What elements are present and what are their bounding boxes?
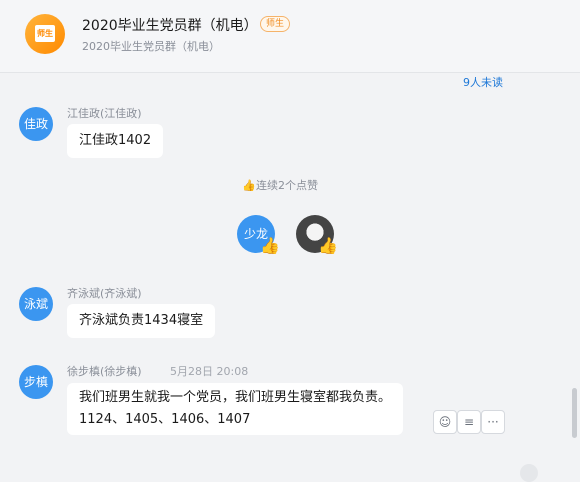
- thumbs-up-icon: 👍: [242, 179, 256, 192]
- avatar[interactable]: 泳斌: [19, 287, 53, 321]
- group-title: 2020毕业生党员群（机电）: [82, 18, 258, 34]
- chat-header: 师生 2020毕业生党员群（机电） 师生 2020毕业生党员群（机电）: [0, 0, 580, 73]
- thumbs-up-icon: 👍: [260, 236, 280, 255]
- message-bubble[interactable]: 江佳政1402: [67, 124, 164, 158]
- group-avatar[interactable]: 师生: [25, 14, 65, 54]
- scroll-down-icon[interactable]: [520, 464, 538, 482]
- scrollbar[interactable]: [572, 388, 577, 438]
- avatar[interactable]: 佳政: [19, 107, 53, 141]
- unread-count-link[interactable]: 9人未读: [463, 74, 503, 90]
- avatar[interactable]: 步槙: [19, 365, 53, 399]
- sender-name: 江佳政(江佳政): [67, 107, 142, 120]
- role-badge: 师生: [260, 16, 291, 32]
- quote-reply-icon[interactable]: ≡: [457, 410, 481, 434]
- like-summary: 👍连续2个点赞: [242, 177, 318, 193]
- thumbs-up-icon: 👍: [318, 236, 338, 255]
- message-bubble[interactable]: 我们班男生就我一个党员，我们班男生寝室都我负责。 1124、1405、1406、…: [67, 383, 404, 435]
- sender-name: 齐泳斌(齐泳斌): [67, 287, 142, 300]
- like-summary-label: 连续2个点赞: [256, 179, 318, 192]
- book-icon: 师生: [35, 25, 55, 42]
- message-bubble[interactable]: 齐泳斌负责1434寝室: [67, 304, 216, 338]
- more-options-icon[interactable]: ···: [481, 410, 505, 434]
- sender-name: 徐步槙(徐步槙): [67, 365, 142, 378]
- message-time: 5月28日 20:08: [170, 365, 249, 378]
- emoji-reaction-icon[interactable]: ☺: [433, 410, 457, 434]
- message-line: 1124、1405、1406、1407: [79, 412, 251, 427]
- group-subtitle: 2020毕业生党员群（机电）: [82, 40, 220, 53]
- message-line: 我们班男生就我一个党员，我们班男生寝室都我负责。: [79, 390, 392, 405]
